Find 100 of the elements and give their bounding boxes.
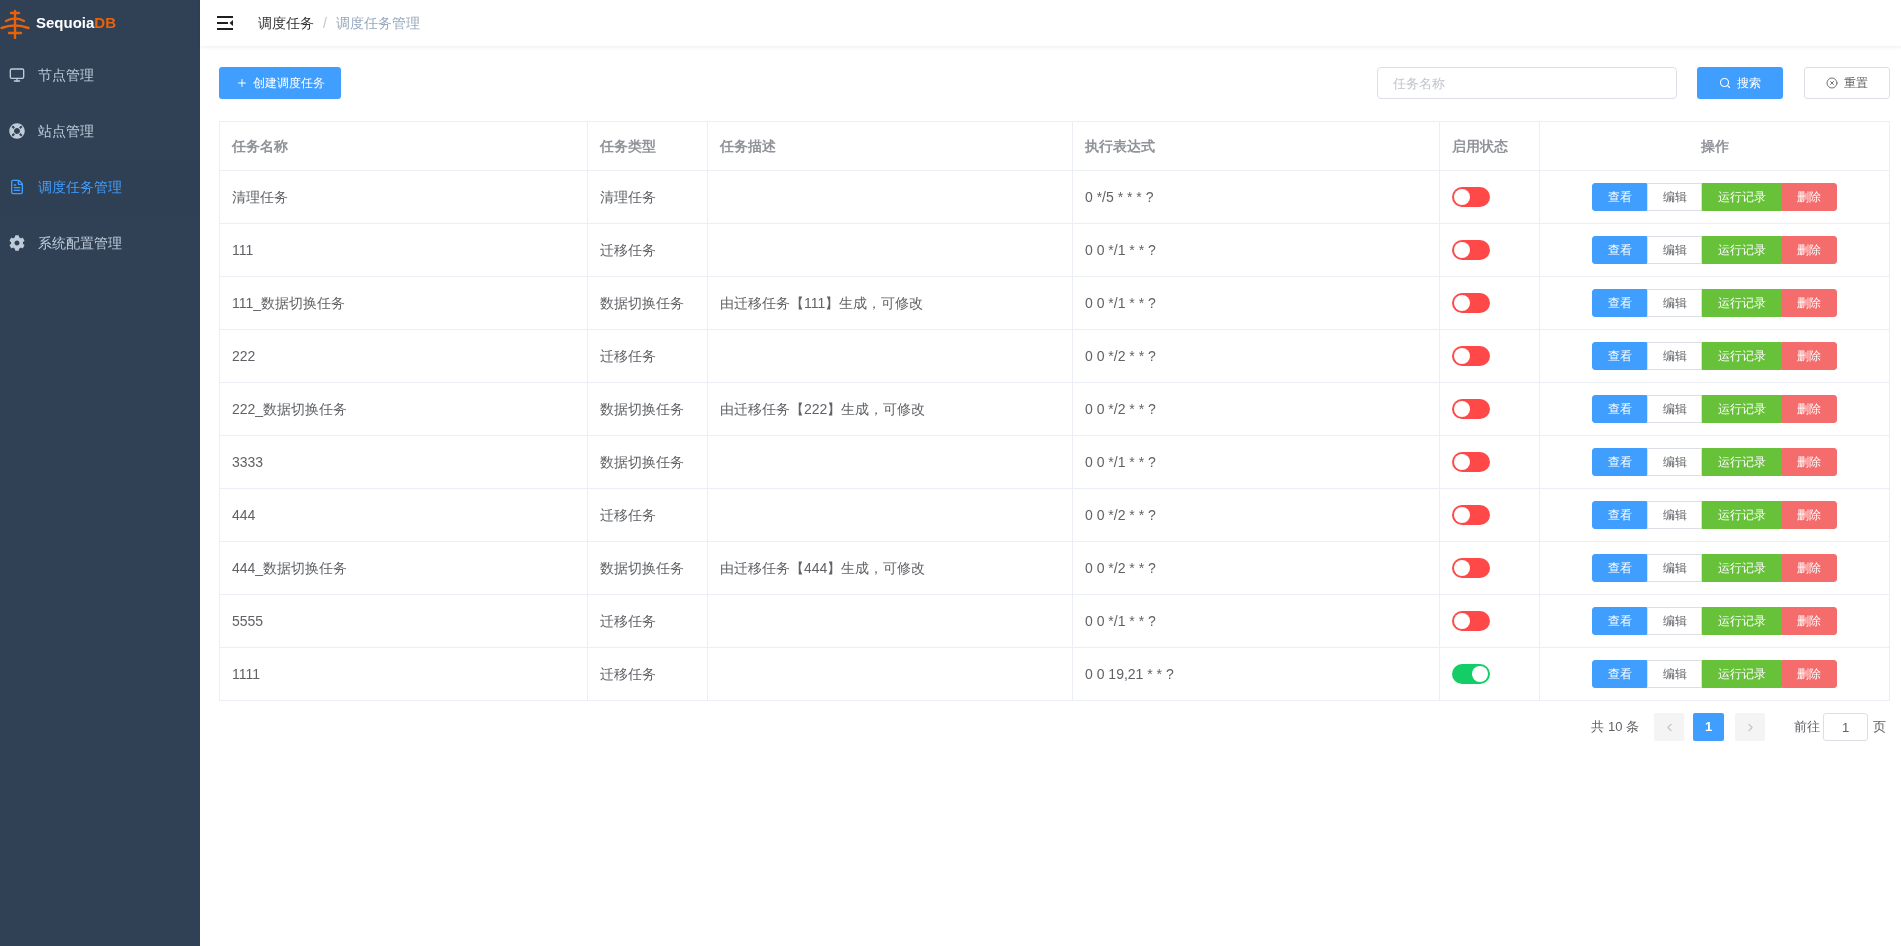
- table-cell: 0 */5 * * * ?: [1072, 170, 1440, 224]
- view-button[interactable]: 查看: [1592, 236, 1647, 264]
- toggle-switch[interactable]: [1452, 452, 1490, 472]
- document-icon: [9, 179, 25, 195]
- table-cell: 清理任务: [219, 170, 588, 224]
- delete-button[interactable]: 删除: [1781, 289, 1837, 317]
- view-button[interactable]: 查看: [1592, 448, 1647, 476]
- gear-icon: [9, 235, 25, 251]
- table-cell: 迁移任务: [587, 647, 708, 701]
- tree-logo-icon: [0, 8, 30, 39]
- table-cell: 222_数据切换任务: [219, 382, 588, 436]
- table-cell: 111: [219, 223, 588, 277]
- edit-button[interactable]: 编辑: [1647, 448, 1702, 476]
- table-cell: 444_数据切换任务: [219, 541, 588, 595]
- table-cell: 由迁移任务【444】生成，可修改: [707, 541, 1073, 595]
- run-log-button[interactable]: 运行记录: [1702, 395, 1781, 423]
- delete-button[interactable]: 删除: [1781, 342, 1837, 370]
- lifebuoy-icon: [9, 123, 25, 139]
- table-cell: 清理任务: [587, 170, 708, 224]
- view-button[interactable]: 查看: [1592, 289, 1647, 317]
- run-log-button[interactable]: 运行记录: [1702, 342, 1781, 370]
- column-header: 任务类型: [587, 121, 708, 171]
- edit-button[interactable]: 编辑: [1647, 554, 1702, 582]
- edit-button[interactable]: 编辑: [1647, 501, 1702, 529]
- toggle-switch[interactable]: [1452, 187, 1490, 207]
- table-cell: 数据切换任务: [587, 541, 708, 595]
- edit-button[interactable]: 编辑: [1647, 660, 1702, 688]
- toggle-switch[interactable]: [1452, 293, 1490, 313]
- view-button[interactable]: 查看: [1592, 395, 1647, 423]
- logo-text: SequoiaDB: [36, 13, 117, 34]
- page-suffix: 页: [1873, 718, 1886, 737]
- run-log-button[interactable]: 运行记录: [1702, 236, 1781, 264]
- create-task-button[interactable]: 创建调度任务: [219, 67, 341, 99]
- view-button[interactable]: 查看: [1592, 607, 1647, 635]
- table-cell: 3333: [219, 435, 588, 489]
- table-cell: 迁移任务: [587, 329, 708, 383]
- search-button[interactable]: 搜索: [1697, 67, 1783, 99]
- column-header: 操作: [1539, 121, 1890, 171]
- delete-button[interactable]: 删除: [1781, 448, 1837, 476]
- reset-button[interactable]: 重置: [1804, 67, 1890, 99]
- table-cell: 0 0 19,21 * * ?: [1072, 647, 1440, 701]
- view-button[interactable]: 查看: [1592, 554, 1647, 582]
- edit-button[interactable]: 编辑: [1647, 236, 1702, 264]
- run-log-button[interactable]: 运行记录: [1702, 183, 1781, 211]
- edit-button[interactable]: 编辑: [1647, 183, 1702, 211]
- table-cell: 222: [219, 329, 588, 383]
- menu-fold-icon[interactable]: [217, 16, 233, 30]
- column-header: 启用状态: [1439, 121, 1540, 171]
- view-button[interactable]: 查看: [1592, 501, 1647, 529]
- view-button[interactable]: 查看: [1592, 183, 1647, 211]
- run-log-button[interactable]: 运行记录: [1702, 448, 1781, 476]
- run-log-button[interactable]: 运行记录: [1702, 554, 1781, 582]
- table-cell: 0 0 */2 * * ?: [1072, 329, 1440, 383]
- run-log-button[interactable]: 运行记录: [1702, 289, 1781, 317]
- search-icon: [1719, 77, 1731, 89]
- toggle-switch[interactable]: [1452, 558, 1490, 578]
- view-button[interactable]: 查看: [1592, 342, 1647, 370]
- table-cell: 由迁移任务【111】生成，可修改: [707, 276, 1073, 330]
- edit-button[interactable]: 编辑: [1647, 342, 1702, 370]
- column-header: 执行表达式: [1072, 121, 1440, 171]
- delete-button[interactable]: 删除: [1781, 501, 1837, 529]
- toggle-switch[interactable]: [1452, 399, 1490, 419]
- delete-button[interactable]: 删除: [1781, 395, 1837, 423]
- page-button[interactable]: 1: [1693, 713, 1724, 741]
- view-button[interactable]: 查看: [1592, 660, 1647, 688]
- table-cell: 由迁移任务【222】生成，可修改: [707, 382, 1073, 436]
- table-cell: 数据切换任务: [587, 382, 708, 436]
- run-log-button[interactable]: 运行记录: [1702, 501, 1781, 529]
- toggle-switch[interactable]: [1452, 664, 1490, 684]
- table-cell: 0 0 */2 * * ?: [1072, 382, 1440, 436]
- edit-button[interactable]: 编辑: [1647, 289, 1702, 317]
- breadcrumb-item: 调度任务管理: [335, 13, 420, 33]
- delete-button[interactable]: 删除: [1781, 660, 1837, 688]
- table-cell: 5555: [219, 594, 588, 648]
- breadcrumb-separator: /: [323, 13, 327, 33]
- goto-label: 前往: [1794, 718, 1820, 737]
- run-log-button[interactable]: 运行记录: [1702, 660, 1781, 688]
- table-cell: 迁移任务: [587, 223, 708, 277]
- toggle-switch[interactable]: [1452, 240, 1490, 260]
- toggle-switch[interactable]: [1452, 505, 1490, 525]
- table-cell: 迁移任务: [587, 488, 708, 542]
- total-count: 共 10 条: [1591, 718, 1639, 737]
- edit-button[interactable]: 编辑: [1647, 607, 1702, 635]
- edit-button[interactable]: 编辑: [1647, 395, 1702, 423]
- breadcrumb-item[interactable]: 调度任务: [258, 12, 314, 34]
- table-cell: 0 0 */2 * * ?: [1072, 488, 1440, 542]
- delete-button[interactable]: 删除: [1781, 554, 1837, 582]
- search-field[interactable]: 任务名称: [1377, 67, 1677, 99]
- delete-button[interactable]: 删除: [1781, 236, 1837, 264]
- table-cell: 数据切换任务: [587, 435, 708, 489]
- toggle-switch[interactable]: [1452, 346, 1490, 366]
- table-cell: 数据切换任务: [587, 276, 708, 330]
- delete-button[interactable]: 删除: [1781, 607, 1837, 635]
- delete-button[interactable]: 删除: [1781, 183, 1837, 211]
- table-cell: 0 0 */1 * * ?: [1072, 594, 1440, 648]
- table-cell: 1111: [219, 647, 588, 701]
- toggle-switch[interactable]: [1452, 611, 1490, 631]
- page-jump-input[interactable]: 1: [1823, 713, 1868, 741]
- run-log-button[interactable]: 运行记录: [1702, 607, 1781, 635]
- table-cell: 111_数据切换任务: [219, 276, 588, 330]
